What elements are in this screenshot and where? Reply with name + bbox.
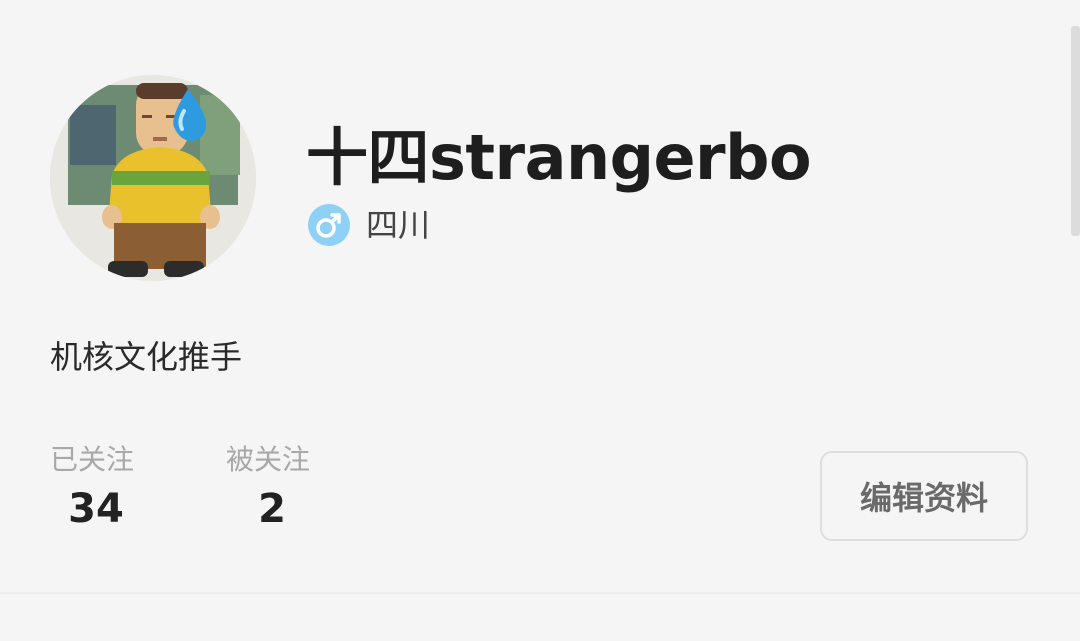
following-stat[interactable]: 已关注 34 (50, 440, 190, 538)
bio: 机核文化推手 (50, 338, 243, 376)
followers-count: 2 (258, 486, 286, 532)
following-label: 已关注 (50, 443, 135, 476)
scrollbar[interactable] (1070, 0, 1080, 641)
followers-label: 被关注 (226, 443, 311, 476)
divider (0, 592, 1080, 594)
location: 四川 (366, 206, 431, 244)
scrollbar-thumb[interactable] (1071, 26, 1080, 236)
followers-stat[interactable]: 被关注 2 (226, 440, 366, 538)
avatar[interactable] (50, 75, 256, 281)
avatar-image (50, 75, 256, 281)
following-count: 34 (68, 486, 124, 532)
username: 十四strangerbo (306, 121, 812, 194)
edit-profile-button[interactable]: 编辑资料 (820, 451, 1028, 541)
male-icon (308, 204, 350, 246)
